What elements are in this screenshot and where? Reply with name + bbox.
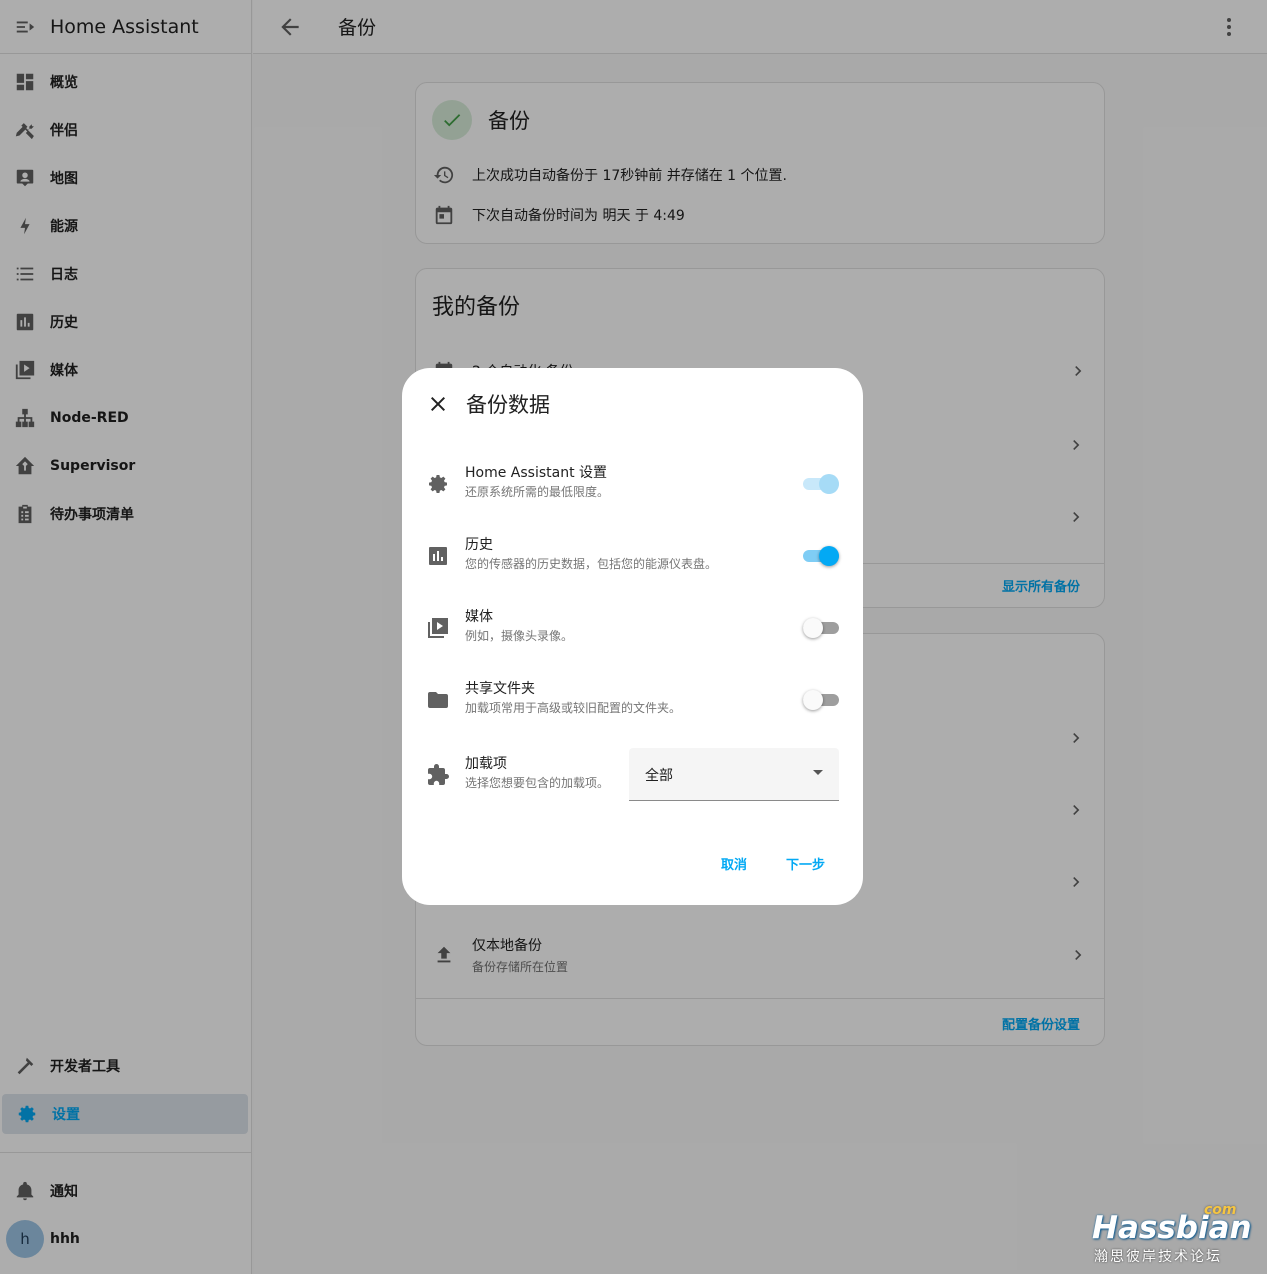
option-title: 共享文件夹: [465, 681, 535, 697]
backup-data-dialog: 备份数据 Home Assistant 设置 还原系统所需的最低限度。 历史 您…: [402, 368, 863, 905]
media-toggle[interactable]: [803, 617, 839, 639]
watermark-subtitle: 瀚思彼岸技术论坛: [1094, 1249, 1222, 1265]
chart-icon: [426, 544, 450, 568]
next-button[interactable]: 下一步: [786, 854, 825, 873]
option-title: 媒体: [465, 609, 493, 625]
share-folder-toggle[interactable]: [803, 689, 839, 711]
watermark-logo: Hassbian com 瀚思彼岸技术论坛: [1092, 1202, 1257, 1268]
puzzle-icon: [426, 763, 450, 787]
close-icon[interactable]: [426, 392, 450, 416]
home-assistant-settings-toggle: [803, 473, 839, 495]
option-media: 媒体 例如，摄像头录像。: [402, 598, 863, 658]
dialog-title: 备份数据: [466, 393, 550, 417]
option-title: Home Assistant 设置: [465, 465, 608, 481]
option-subtitle: 加载项常用于高级或较旧配置的文件夹。: [465, 701, 682, 715]
option-title: 加载项: [465, 756, 507, 772]
watermark-com: com: [1204, 1202, 1237, 1218]
option-subtitle: 选择您想要包含的加载项。: [465, 776, 610, 790]
folder-icon: [426, 688, 450, 712]
option-title: 历史: [465, 537, 493, 553]
history-toggle[interactable]: [803, 545, 839, 567]
cancel-button[interactable]: 取消: [721, 854, 747, 873]
option-history: 历史 您的传感器的历史数据，包括您的能源仪表盘。: [402, 526, 863, 586]
dropdown-arrow-icon: [813, 770, 823, 775]
addons-select[interactable]: 全部: [629, 748, 839, 801]
addons-select-value: 全部: [645, 768, 673, 784]
media-icon: [426, 616, 450, 640]
option-subtitle: 还原系统所需的最低限度。: [465, 485, 610, 499]
gear-icon: [426, 472, 450, 496]
option-home-assistant-settings: Home Assistant 设置 还原系统所需的最低限度。: [402, 454, 863, 514]
option-share-folder: 共享文件夹 加载项常用于高级或较旧配置的文件夹。: [402, 670, 863, 730]
option-subtitle: 您的传感器的历史数据，包括您的能源仪表盘。: [465, 557, 718, 571]
option-subtitle: 例如，摄像头录像。: [465, 629, 574, 643]
